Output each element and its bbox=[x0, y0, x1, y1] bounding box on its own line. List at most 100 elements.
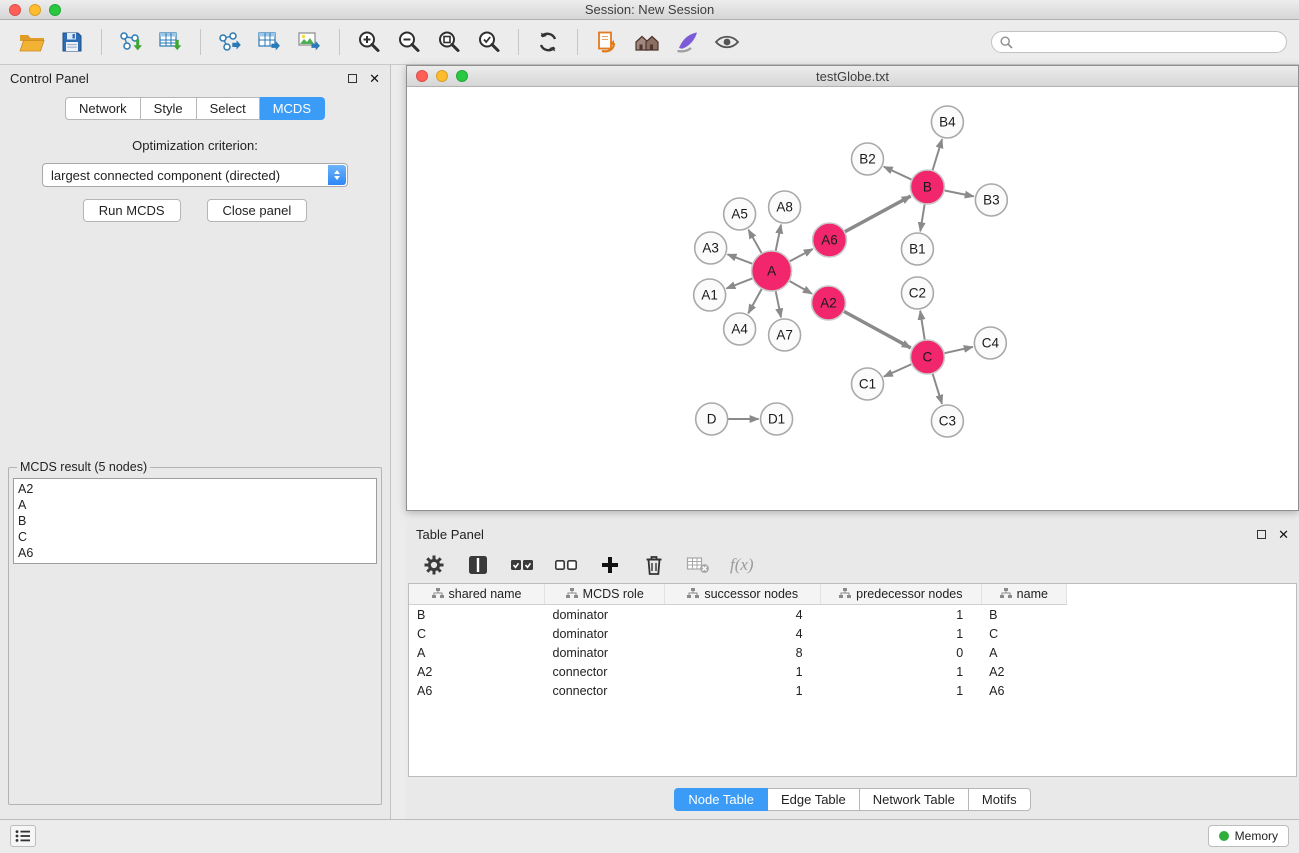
tab-style[interactable]: Style bbox=[141, 97, 197, 120]
graph-node-B[interactable]: B bbox=[910, 170, 944, 204]
refresh-icon[interactable] bbox=[528, 23, 568, 61]
graph-edge-A-A3[interactable] bbox=[727, 254, 752, 264]
column-header-predecessor-nodes[interactable]: predecessor nodes bbox=[821, 584, 982, 605]
mcds-result-item[interactable]: C bbox=[18, 529, 372, 545]
float-panel-icon[interactable] bbox=[348, 74, 357, 83]
run-mcds-button[interactable]: Run MCDS bbox=[83, 199, 181, 222]
graph-node-C2[interactable]: C2 bbox=[901, 277, 933, 309]
table-cell[interactable]: dominator bbox=[545, 624, 665, 643]
table-row[interactable]: A2connector11A2 bbox=[409, 662, 1067, 681]
table-cell[interactable]: A2 bbox=[409, 662, 545, 681]
mcds-result-item[interactable]: B bbox=[18, 513, 372, 529]
zoom-selected-icon[interactable] bbox=[469, 23, 509, 61]
table-cell[interactable]: 1 bbox=[821, 624, 982, 643]
graph-node-B4[interactable]: B4 bbox=[931, 106, 963, 138]
graph-edge-B-B2[interactable] bbox=[884, 167, 912, 180]
mcds-result-item[interactable]: A2 bbox=[18, 481, 372, 497]
graph-node-C1[interactable]: C1 bbox=[852, 368, 884, 400]
graph-node-D1[interactable]: D1 bbox=[761, 403, 793, 435]
graph-node-A8[interactable]: A8 bbox=[769, 191, 801, 223]
export-image-icon[interactable] bbox=[290, 23, 330, 61]
style-brush-icon[interactable] bbox=[667, 23, 707, 61]
table-cell[interactable]: 1 bbox=[821, 681, 982, 700]
mcds-result-item[interactable]: A6 bbox=[18, 545, 372, 561]
open-session-icon[interactable] bbox=[587, 23, 627, 61]
search-input[interactable] bbox=[1018, 35, 1278, 49]
zoom-network-window-icon[interactable] bbox=[456, 70, 468, 82]
close-panel-icon[interactable]: ✕ bbox=[369, 72, 380, 85]
table-row[interactable]: A6connector11A6 bbox=[409, 681, 1067, 700]
graph-edge-C-C1[interactable] bbox=[884, 364, 912, 377]
graph-node-A2[interactable]: A2 bbox=[812, 286, 846, 320]
table-cell[interactable]: dominator bbox=[545, 643, 665, 662]
criterion-dropdown[interactable]: largest connected component (directed) bbox=[42, 163, 348, 187]
gear-icon[interactable] bbox=[422, 553, 446, 577]
graph-node-A1[interactable]: A1 bbox=[694, 279, 726, 311]
zoom-fit-icon[interactable] bbox=[429, 23, 469, 61]
table-row[interactable]: Bdominator41B bbox=[409, 605, 1067, 625]
delete-row-icon[interactable] bbox=[642, 553, 666, 577]
graph-edge-C-C3[interactable] bbox=[932, 373, 942, 404]
table-cell[interactable]: A bbox=[409, 643, 545, 662]
node-table-container[interactable]: shared nameMCDS rolesuccessor nodesprede… bbox=[408, 583, 1297, 777]
import-table-icon[interactable] bbox=[151, 23, 191, 61]
save-icon[interactable] bbox=[52, 23, 92, 61]
network-canvas[interactable]: AA1A2A3A4A5A6A7A8BB1B2B3B4CC1C2C3C4DD1 bbox=[407, 87, 1298, 510]
graph-edge-C-C2[interactable] bbox=[920, 311, 925, 340]
table-cell[interactable]: B bbox=[981, 605, 1066, 625]
table-cell[interactable]: A6 bbox=[981, 681, 1066, 700]
graph-edge-A-A4[interactable] bbox=[748, 289, 762, 314]
graph-node-B3[interactable]: B3 bbox=[975, 184, 1007, 216]
table-cell[interactable]: C bbox=[981, 624, 1066, 643]
graph-edge-A-A7[interactable] bbox=[776, 291, 781, 318]
table-cell[interactable]: dominator bbox=[545, 605, 665, 625]
tab-network[interactable]: Network bbox=[65, 97, 141, 120]
close-window-icon[interactable] bbox=[9, 4, 21, 16]
mcds-result-item[interactable]: A bbox=[18, 497, 372, 513]
graph-edge-B-B4[interactable] bbox=[932, 139, 942, 171]
table-cell[interactable]: connector bbox=[545, 662, 665, 681]
table-cell[interactable]: 4 bbox=[665, 605, 821, 625]
graph-node-A7[interactable]: A7 bbox=[769, 319, 801, 351]
table-cell[interactable]: 1 bbox=[665, 681, 821, 700]
deselect-all-icon[interactable] bbox=[554, 553, 578, 577]
table-cell[interactable]: 1 bbox=[821, 605, 982, 625]
graph-edge-A2-C[interactable] bbox=[843, 311, 910, 348]
mcds-result-list[interactable]: A2ABCA6 bbox=[13, 478, 377, 564]
close-network-window-icon[interactable] bbox=[416, 70, 428, 82]
graph-edge-A6-B[interactable] bbox=[844, 196, 910, 232]
graph-edge-A-A6[interactable] bbox=[789, 249, 813, 262]
open-folder-icon[interactable] bbox=[12, 23, 52, 61]
add-row-icon[interactable] bbox=[598, 553, 622, 577]
table-cell[interactable]: 4 bbox=[665, 624, 821, 643]
zoom-out-icon[interactable] bbox=[389, 23, 429, 61]
graph-edge-A-A1[interactable] bbox=[726, 278, 753, 288]
export-table-icon[interactable] bbox=[250, 23, 290, 61]
minimize-window-icon[interactable] bbox=[29, 4, 41, 16]
table-cell[interactable]: C bbox=[409, 624, 545, 643]
memory-button[interactable]: Memory bbox=[1208, 825, 1289, 847]
graph-node-A3[interactable]: A3 bbox=[695, 232, 727, 264]
table-row[interactable]: Adominator80A bbox=[409, 643, 1067, 662]
table-cell[interactable]: connector bbox=[545, 681, 665, 700]
table-cell[interactable]: A2 bbox=[981, 662, 1066, 681]
graph-edge-B-B3[interactable] bbox=[944, 190, 974, 196]
tab-edge-table[interactable]: Edge Table bbox=[768, 788, 860, 811]
tab-select[interactable]: Select bbox=[197, 97, 260, 120]
graph-node-C4[interactable]: C4 bbox=[974, 327, 1006, 359]
tab-network-table[interactable]: Network Table bbox=[860, 788, 969, 811]
graph-node-A6[interactable]: A6 bbox=[813, 223, 847, 257]
eye-icon[interactable] bbox=[707, 23, 747, 61]
table-cell[interactable]: 0 bbox=[821, 643, 982, 662]
select-all-icon[interactable] bbox=[510, 553, 534, 577]
column-header-shared-name[interactable]: shared name bbox=[409, 584, 545, 605]
table-cell[interactable]: A6 bbox=[409, 681, 545, 700]
float-table-panel-icon[interactable] bbox=[1257, 530, 1266, 539]
graph-node-A5[interactable]: A5 bbox=[724, 198, 756, 230]
table-cell[interactable]: 8 bbox=[665, 643, 821, 662]
column-header-successor-nodes[interactable]: successor nodes bbox=[665, 584, 821, 605]
graph-edge-C-C4[interactable] bbox=[944, 347, 973, 353]
tab-node-table[interactable]: Node Table bbox=[674, 788, 768, 811]
graph-edge-A-A8[interactable] bbox=[776, 225, 781, 252]
graph-edge-B-B1[interactable] bbox=[920, 204, 924, 231]
